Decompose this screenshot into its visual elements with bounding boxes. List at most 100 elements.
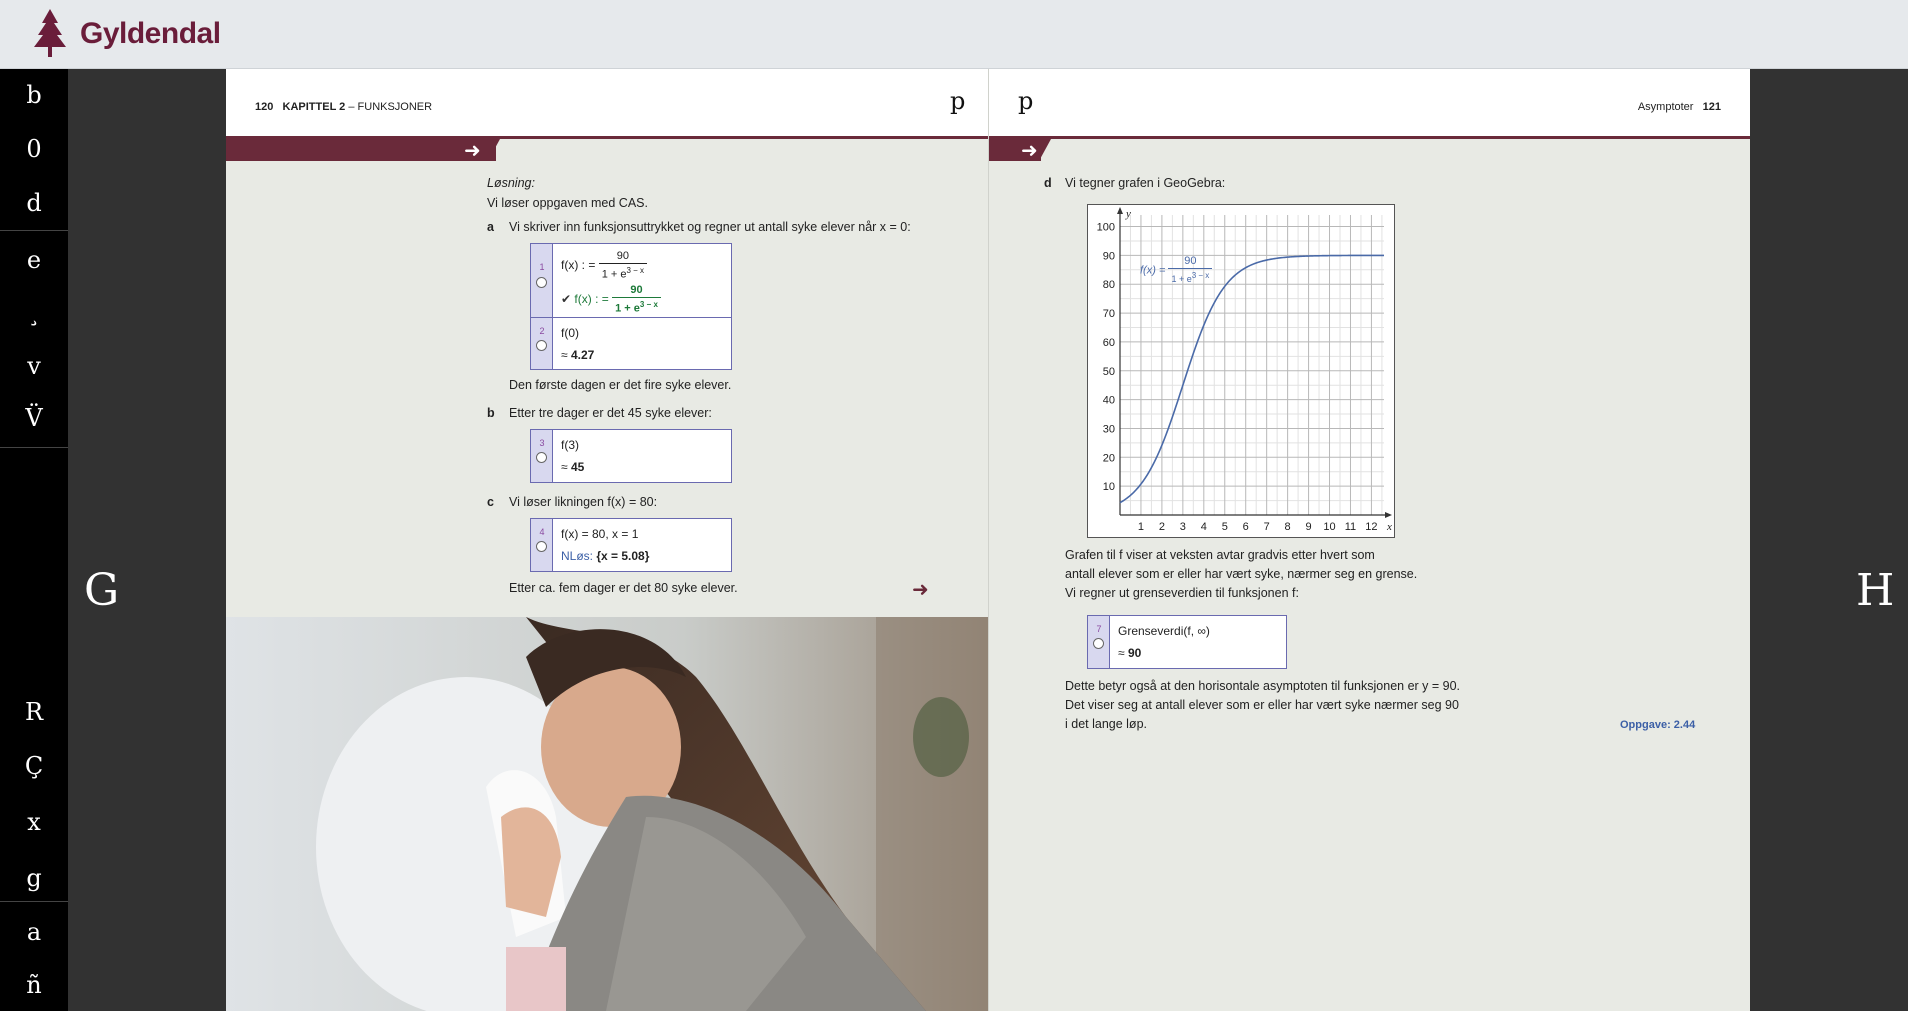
cas-row-number: 1 bbox=[539, 262, 545, 272]
cas-row-radio[interactable] bbox=[1093, 638, 1104, 649]
cas-output: ✔ f(x) : = 90 1 + e3 − x bbox=[561, 284, 661, 316]
approx-sign: ≈ bbox=[561, 348, 568, 362]
cas-row-number: 4 bbox=[539, 527, 545, 537]
cas-output: ≈ 4.27 bbox=[561, 348, 594, 362]
function-chart: 1020304050607080901001 2 3 4 5 6 7 8 9 10 11 12 xy bbox=[1097, 207, 1392, 533]
toolbar-button-6[interactable]: v bbox=[0, 340, 68, 392]
chapter-separator: – bbox=[345, 101, 358, 113]
toolbar-button-10[interactable]: x bbox=[0, 796, 68, 848]
part-b-label: b bbox=[487, 406, 495, 420]
cas-row-radio[interactable] bbox=[536, 277, 547, 288]
fraction-numerator: 90 bbox=[612, 284, 661, 298]
fraction-denominator: 1 + e bbox=[1171, 274, 1192, 284]
y-tick-label: 80 bbox=[1103, 279, 1115, 291]
cas-input[interactable]: f(x) : = 90 1 + e3 − x bbox=[561, 250, 648, 282]
toolbar-button-2[interactable]: 0 bbox=[0, 123, 68, 175]
toolbar-button-8[interactable]: R bbox=[0, 686, 68, 738]
arrow-right-icon: ➜ bbox=[464, 138, 481, 162]
part-a-text: Vi skriver inn funksjonsuttrykket og reg… bbox=[509, 220, 911, 234]
cas-result: 45 bbox=[570, 460, 585, 474]
x-tick-label: 7 bbox=[1264, 521, 1270, 533]
cas-result: {x = 5.08} bbox=[596, 549, 650, 563]
toolbar-button-3[interactable]: d bbox=[0, 177, 68, 229]
fraction-numerator: 90 bbox=[598, 250, 648, 264]
x-tick-label: 6 bbox=[1243, 521, 1249, 533]
approx-sign: ≈ bbox=[561, 460, 568, 474]
approx-sign: ≈ bbox=[1118, 646, 1125, 660]
part-a-label: a bbox=[487, 220, 494, 234]
section-title: Asymptoter bbox=[1637, 101, 1694, 113]
cas-row-radio[interactable] bbox=[536, 541, 547, 552]
toolbar-divider bbox=[0, 230, 68, 231]
left-page: 120 KAPITTEL 2 – FUNKSJONER p ➜ Løsning:… bbox=[226, 69, 988, 1011]
cas-fraction: 90 1 + e3 − x bbox=[598, 250, 648, 282]
top-bar: Gyldendal bbox=[0, 0, 1908, 69]
toolbar-button-7[interactable]: V̈ bbox=[0, 392, 68, 444]
function-label-lhs: f(x) = bbox=[1140, 264, 1166, 277]
function-label-fraction: 90 1 + e3 − x bbox=[1168, 255, 1213, 286]
toolbar-button-1[interactable]: b bbox=[0, 69, 68, 121]
toolbar-button-5[interactable]: ¸ bbox=[0, 287, 68, 339]
cas-window: 4 f(x) = 80, x = 1 NLøs: {x = 5.08} bbox=[530, 518, 732, 572]
toolbar-button-4[interactable]: e bbox=[0, 234, 68, 286]
function-label: f(x) = 90 1 + e3 − x bbox=[1140, 255, 1213, 286]
toolbar-button-12[interactable]: a bbox=[0, 906, 68, 958]
continue-arrow-icon[interactable]: ➜ bbox=[912, 577, 929, 601]
previous-page-button[interactable]: G bbox=[84, 565, 119, 616]
next-page-button[interactable]: H bbox=[1856, 565, 1894, 616]
corner-glyph[interactable]: p bbox=[950, 87, 965, 115]
check-icon: ✔ bbox=[561, 292, 572, 306]
arrow-right-icon: ➜ bbox=[1021, 138, 1038, 162]
part-b-text: Etter tre dager er det 45 syke elever: bbox=[509, 406, 712, 420]
toolbar-button-9[interactable]: Ç bbox=[0, 740, 68, 792]
paragraph-line: Vi regner ut grenseverdien til funksjone… bbox=[1065, 586, 1299, 600]
x-tick-label: 12 bbox=[1365, 521, 1377, 533]
chapter-label: KAPITTEL 2 bbox=[282, 101, 346, 113]
cas-row-radio[interactable] bbox=[536, 452, 547, 463]
x-tick-label: 10 bbox=[1323, 521, 1335, 533]
fraction-exponent: 3 − x bbox=[626, 266, 645, 275]
page-number: 121 bbox=[1702, 101, 1721, 113]
x-tick-label: 2 bbox=[1159, 521, 1165, 533]
cas-command-label: NLøs: bbox=[561, 549, 594, 563]
y-tick-label: 60 bbox=[1103, 337, 1115, 349]
x-tick-label: 4 bbox=[1201, 521, 1207, 533]
cas-row-radio[interactable] bbox=[536, 340, 547, 351]
page-header: p Asymptoter 121 bbox=[989, 69, 1750, 137]
x-axis-label: x bbox=[1386, 521, 1392, 533]
running-head: 120 KAPITTEL 2 – FUNKSJONER bbox=[255, 101, 432, 113]
y-tick-label: 20 bbox=[1103, 452, 1115, 464]
tree-icon bbox=[34, 9, 66, 57]
toolbar-button-11[interactable]: g bbox=[0, 852, 68, 904]
cas-window: 3 f(3) ≈ 45 bbox=[530, 429, 732, 483]
corner-glyph[interactable]: p bbox=[1018, 87, 1033, 115]
part-c-text: Vi løser likningen f(x) = 80: bbox=[509, 495, 658, 509]
cas-input[interactable]: f(3) bbox=[561, 438, 579, 452]
cas-input[interactable]: f(0) bbox=[561, 326, 579, 340]
cas-input[interactable]: f(x) = 80, x = 1 bbox=[561, 527, 638, 541]
cas-input[interactable]: Grenseverdi(f, ∞) bbox=[1118, 624, 1210, 638]
fraction-exponent: 3 − x bbox=[639, 300, 658, 309]
band-slant bbox=[1039, 139, 1051, 161]
x-axis-arrow bbox=[1385, 512, 1392, 518]
y-tick-label: 90 bbox=[1103, 250, 1115, 262]
toolbar-button-13[interactable]: ñ bbox=[0, 959, 68, 1011]
band-slant bbox=[488, 139, 500, 161]
part-a-conclusion: Den første dagen er det fire syke elever… bbox=[509, 378, 732, 392]
toolbar-divider bbox=[0, 447, 68, 448]
cas-output: ≈ 90 bbox=[1118, 646, 1141, 660]
fraction-numerator: 90 bbox=[1168, 255, 1213, 269]
x-tick-label: 3 bbox=[1180, 521, 1186, 533]
gyldendal-logo[interactable]: Gyldendal bbox=[28, 4, 221, 64]
paragraph-line: Det viser seg at antall elever som er el… bbox=[1065, 698, 1459, 712]
y-tick-label: 40 bbox=[1103, 395, 1115, 407]
cas-output: NLøs: {x = 5.08} bbox=[561, 549, 649, 563]
part-d-text: Vi tegner grafen i GeoGebra: bbox=[1065, 176, 1226, 190]
x-tick-label: 5 bbox=[1222, 521, 1228, 533]
left-toolbar: b 0 d e ¸ v V̈ R Ç x g a ñ bbox=[0, 69, 68, 1011]
exercise-link[interactable]: Oppgave: 2.44 bbox=[1620, 719, 1695, 731]
cas-output-fraction: 90 1 + e3 − x bbox=[612, 284, 661, 316]
page-header: 120 KAPITTEL 2 – FUNKSJONER p bbox=[226, 69, 988, 137]
cas-output-lhs: f(x) : = bbox=[574, 292, 609, 306]
x-tick-label: 9 bbox=[1306, 521, 1312, 533]
